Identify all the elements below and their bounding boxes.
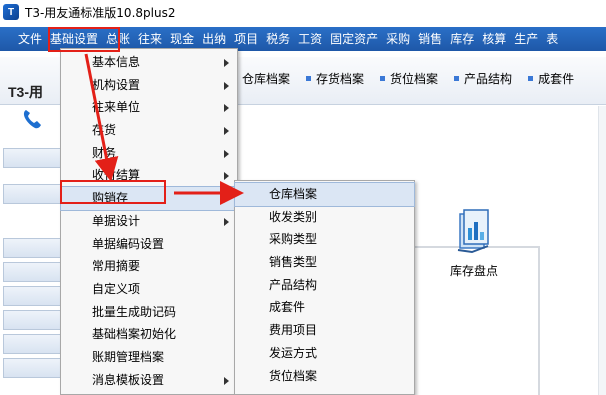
menu-item-payment-term-archive[interactable]: 账期管理档案 <box>61 346 237 369</box>
menu-fixed-assets[interactable]: 固定资产 <box>326 27 382 51</box>
menu-item-document-numbering[interactable]: 单据编码设置 <box>61 233 237 256</box>
submenu-item-sales-type[interactable]: 销售类型 <box>235 251 414 274</box>
menu-payroll[interactable]: 工资 <box>294 27 326 51</box>
side-panel-tab[interactable] <box>3 310 63 330</box>
side-panel-tab[interactable] <box>3 184 63 204</box>
submenu-item-warehouse-archive[interactable]: 仓库档案 <box>234 182 415 207</box>
bullet-icon <box>528 76 534 81</box>
phone-icon[interactable] <box>22 108 42 130</box>
bullet-icon <box>380 76 386 81</box>
menu-inventory[interactable]: 库存 <box>446 27 478 51</box>
submenu-item-receipt-issue-category[interactable]: 收发类别 <box>235 206 414 229</box>
menu-sales[interactable]: 销售 <box>414 27 446 51</box>
triangle-right-icon <box>224 376 229 385</box>
menu-production[interactable]: 生产 <box>510 27 542 51</box>
submenu-item-kit[interactable]: 成套件 <box>235 296 414 319</box>
menu-item-stock[interactable]: 存货 <box>61 119 237 142</box>
menu-item-finance[interactable]: 财务 <box>61 142 237 165</box>
triangle-right-icon <box>224 59 229 67</box>
window-title: T3-用友通标准版10.8plus2 <box>25 5 176 20</box>
menu-file[interactable]: 文件 <box>0 27 46 51</box>
triangle-right-icon <box>224 217 229 226</box>
menu-item-custom-fields[interactable]: 自定义项 <box>61 278 237 301</box>
side-panel-tab[interactable] <box>3 262 63 282</box>
menu-item-common-summary[interactable]: 常用摘要 <box>61 255 237 278</box>
title-bar: T T3-用友通标准版10.8plus2 <box>0 0 606 24</box>
menu-tax[interactable]: 税务 <box>262 27 294 51</box>
menu-item-batch-mnemonic[interactable]: 批量生成助记码 <box>61 301 237 324</box>
nav-stock-archive[interactable]: 存货档案 <box>306 70 364 87</box>
triangle-right-icon <box>224 81 229 90</box>
triangle-right-icon <box>224 127 229 136</box>
menu-item-basic-info[interactable]: 基本信息 <box>61 51 237 74</box>
menu-reports[interactable]: 表 <box>542 27 562 51</box>
nav-product-structure[interactable]: 产品结构 <box>454 70 512 87</box>
bullet-icon <box>454 76 460 81</box>
menu-item-partners[interactable]: 往来单位 <box>61 96 237 119</box>
nav-kit[interactable]: 成套件 <box>528 70 574 87</box>
nav-location-archive[interactable]: 货位档案 <box>380 70 438 87</box>
side-panel-tab[interactable] <box>3 148 63 168</box>
side-panel-tab[interactable] <box>3 286 63 306</box>
inventory-check-label: 库存盘点 <box>449 264 498 278</box>
submenu-item-product-structure[interactable]: 产品结构 <box>235 274 414 297</box>
flow-connector <box>538 246 540 395</box>
menu-accounting[interactable]: 核算 <box>478 27 510 51</box>
purchase-sales-stock-submenu: 仓库档案 收发类别 采购类型 销售类型 产品结构 成套件 费用项目 发运方式 货… <box>234 180 415 395</box>
submenu-item-expense-item[interactable]: 费用项目 <box>235 319 414 342</box>
scrollbar[interactable] <box>598 106 606 395</box>
annotation-box-basic-settings <box>48 27 120 52</box>
menu-purchase[interactable]: 采购 <box>382 27 414 51</box>
nav-warehouse-archive[interactable]: 仓库档案 <box>232 70 290 87</box>
submenu-item-shipping-method[interactable]: 发运方式 <box>235 342 414 365</box>
basic-settings-menu: 基本信息 机构设置 往来单位 存货 财务 收付结算 购销存 单据设计 单据编码设… <box>60 48 238 395</box>
product-logo: T3-用 <box>8 84 43 100</box>
triangle-right-icon <box>224 172 229 181</box>
menu-item-archive-init[interactable]: 基础档案初始化 <box>61 323 237 346</box>
triangle-right-icon <box>224 149 229 158</box>
triangle-right-icon <box>224 195 229 204</box>
menu-item-message-template[interactable]: 消息模板设置 <box>61 369 237 392</box>
submenu-item-location-archive[interactable]: 货位档案 <box>235 365 414 388</box>
side-panel-tab[interactable] <box>3 358 63 378</box>
menu-item-document-design[interactable]: 单据设计 <box>61 210 237 233</box>
side-panel-tab[interactable] <box>3 238 63 258</box>
submenu-item-purchase-type[interactable]: 采购类型 <box>235 228 414 251</box>
inventory-check-shortcut[interactable]: 库存盘点 <box>438 204 510 284</box>
app-icon: T <box>3 4 19 20</box>
bullet-icon <box>306 76 312 81</box>
triangle-right-icon <box>224 104 229 113</box>
annotation-box-purchase-sales-stock <box>60 180 166 204</box>
quick-nav-bar: 仓库档案 存货档案 货位档案 产品结构 成套件 <box>232 70 590 87</box>
side-panel-tab[interactable] <box>3 334 63 354</box>
menu-item-organization[interactable]: 机构设置 <box>61 74 237 97</box>
inventory-check-icon <box>457 209 489 254</box>
